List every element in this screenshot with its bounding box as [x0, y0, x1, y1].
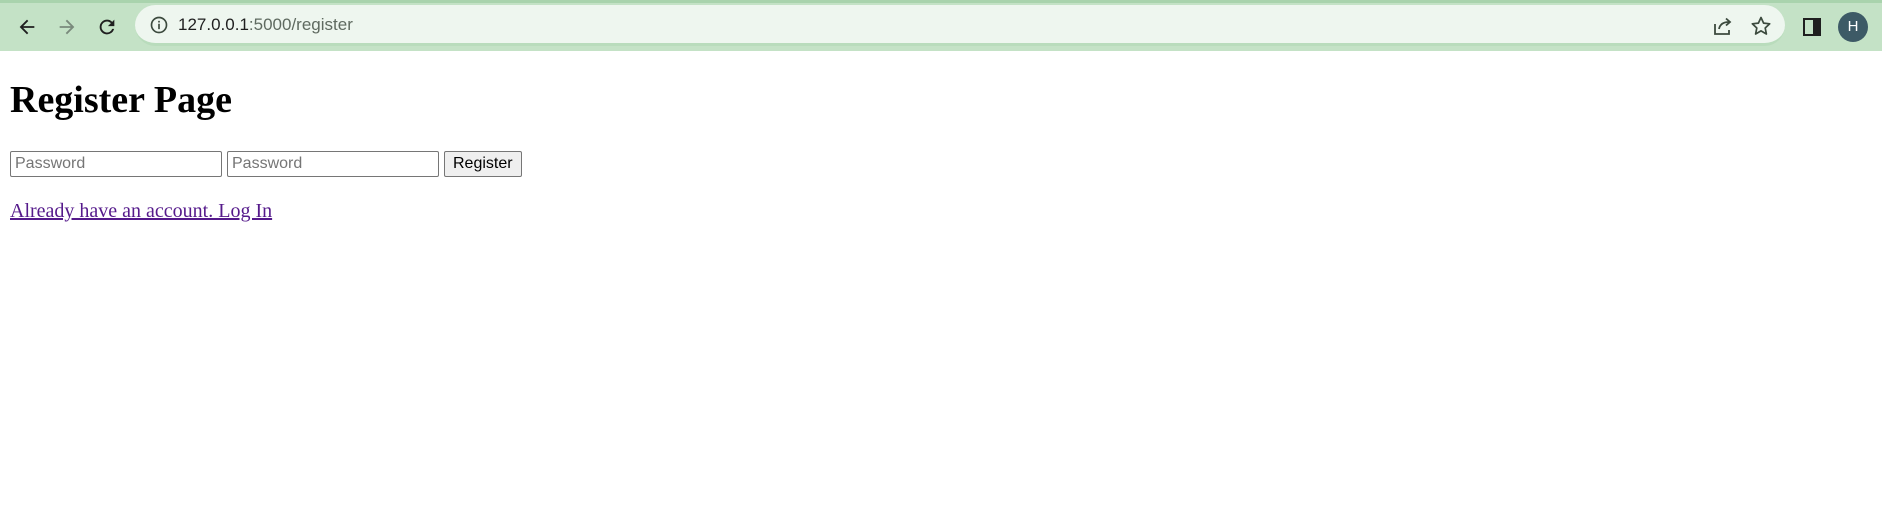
register-button[interactable]: Register	[444, 151, 522, 177]
address-bar[interactable]: 127.0.0.1:5000/register	[135, 5, 1785, 46]
forward-arrow-icon	[59, 19, 75, 35]
star-icon[interactable]	[1749, 14, 1773, 38]
reload-button[interactable]	[89, 9, 125, 45]
browser-toolbar: 127.0.0.1:5000/register H	[0, 0, 1882, 51]
password-field[interactable]	[10, 151, 222, 177]
register-form: Register	[10, 151, 522, 177]
back-button[interactable]	[9, 9, 45, 45]
url-host: 127.0.0.1	[178, 15, 249, 34]
back-arrow-icon	[19, 19, 35, 35]
profile-avatar[interactable]: H	[1838, 12, 1868, 42]
confirm-password-field[interactable]	[227, 151, 439, 177]
share-icon[interactable]	[1711, 14, 1735, 38]
url-path: :5000/register	[248, 15, 353, 34]
reload-icon	[99, 19, 115, 35]
info-icon[interactable]	[149, 15, 169, 35]
forward-button[interactable]	[49, 9, 85, 45]
url-text[interactable]: 127.0.0.1:5000/register	[178, 15, 353, 35]
login-link[interactable]: Already have an account. Log In	[10, 199, 272, 223]
side-panel-icon[interactable]	[1800, 15, 1824, 39]
page-content: Register Page Register Already have an a…	[10, 51, 522, 223]
page-title: Register Page	[10, 79, 232, 121]
